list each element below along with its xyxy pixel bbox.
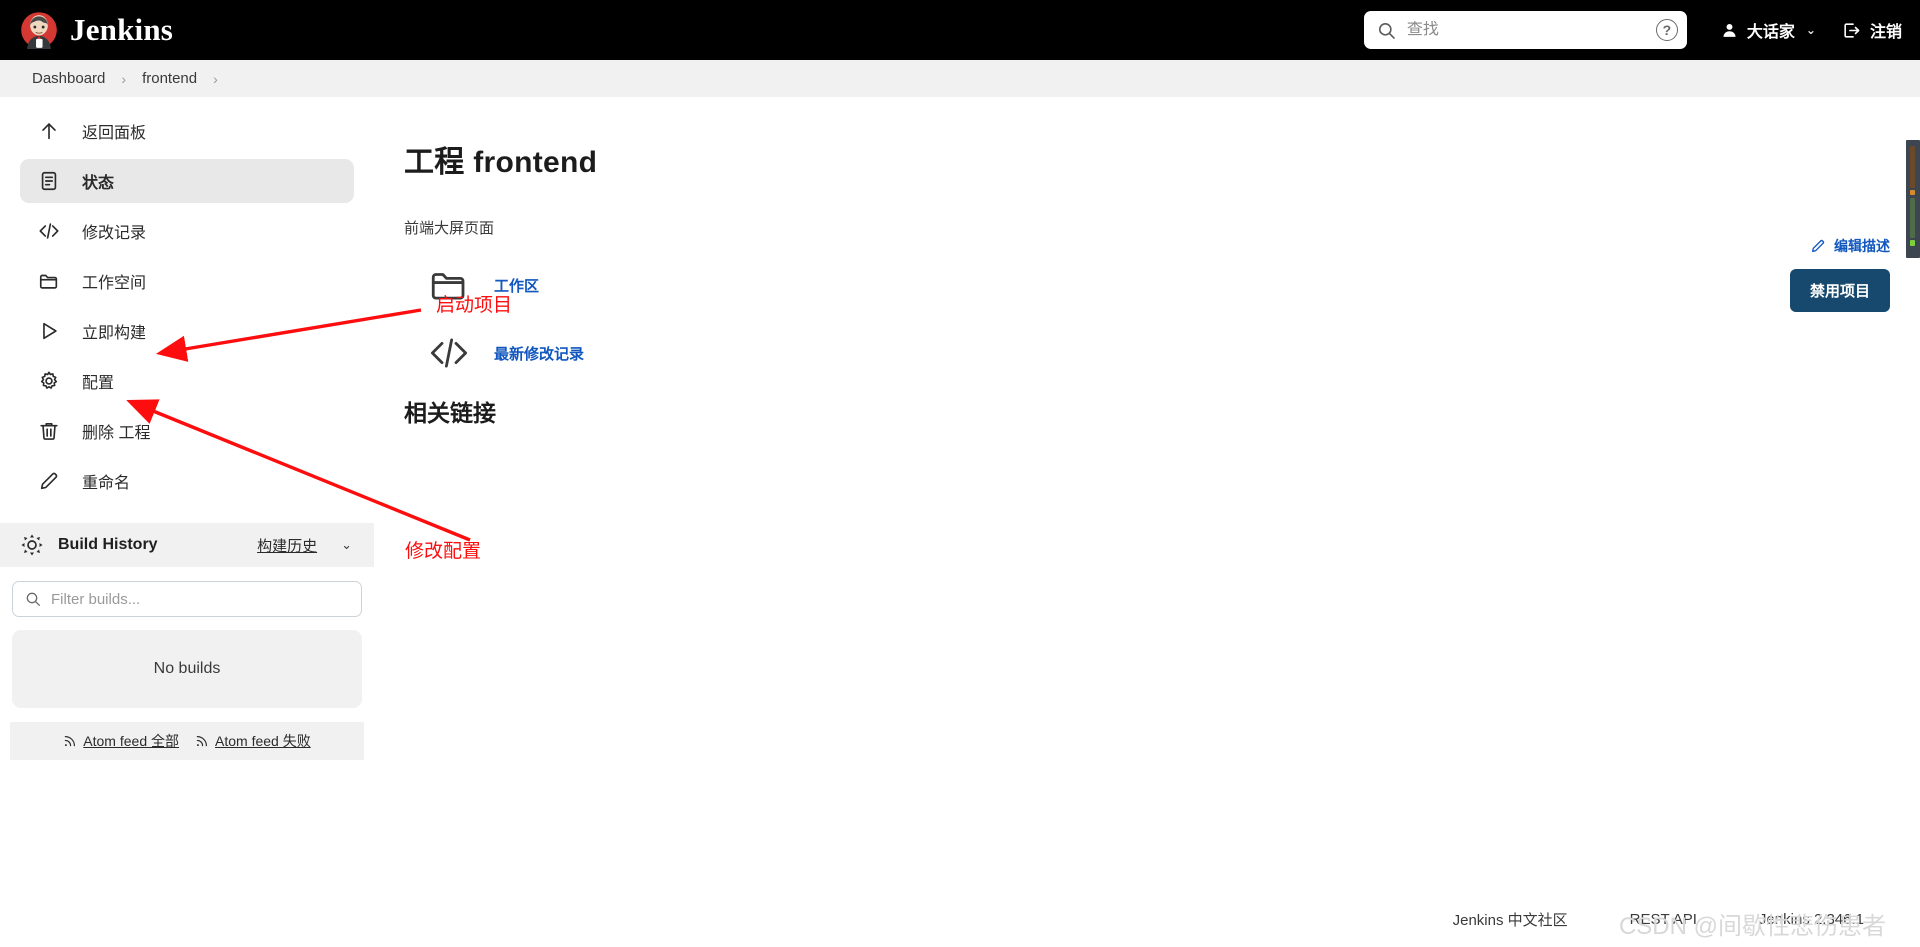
page-actions: 编辑描述 禁用项目 <box>1789 236 1890 312</box>
build-history-sun-icon <box>21 534 43 556</box>
annotation-modify-config: 修改配置 <box>405 541 482 562</box>
header-user-area: 大话家 ⌄ 注销 <box>1721 18 1902 42</box>
search-help-icon[interactable]: ? <box>1655 19 1678 41</box>
build-history-link[interactable]: 构建历史 <box>257 535 317 556</box>
sidebar-item-status[interactable]: 状态 <box>20 159 354 203</box>
user-name-label: 大话家 <box>1746 24 1795 41</box>
search-icon <box>26 592 40 606</box>
logout-label: 注销 <box>1869 24 1902 41</box>
brand-title: Jenkins <box>70 12 174 47</box>
footer-version-label: Jenkins 2.346.1 <box>1758 910 1864 928</box>
logout-icon <box>1844 22 1860 38</box>
code-brackets-icon <box>430 338 468 368</box>
user-menu-button[interactable]: 大话家 ⌄ <box>1721 18 1816 42</box>
sidebar-item-label: 工作空间 <box>82 275 147 292</box>
sidebar-item-label: 立即构建 <box>82 325 147 342</box>
sidebar-item-label: 重命名 <box>82 475 131 492</box>
sidebar-item-label: 返回面板 <box>82 125 147 142</box>
no-builds-message: No builds <box>12 630 362 708</box>
sidebar-item-label: 修改记录 <box>82 225 147 242</box>
workspace-link-row[interactable]: 工作区 <box>404 264 1890 306</box>
top-header-bar: Jenkins ? 大话家 ⌄ 注销 <box>0 0 1920 60</box>
minimap-segment <box>1910 198 1915 238</box>
sidebar-item-changes[interactable]: 修改记录 <box>20 209 354 253</box>
chevron-down-icon[interactable]: ⌄ <box>341 537 352 553</box>
breadcrumb-item-frontend[interactable]: frontend <box>126 70 213 87</box>
atom-feed-all-label: Atom feed 全部 <box>83 733 179 749</box>
atom-feed-bar: Atom feed 全部 Atom feed 失败 <box>10 722 364 760</box>
breadcrumb-separator-icon-2[interactable]: › <box>213 71 218 87</box>
build-history-title: Build History <box>58 536 158 553</box>
rss-icon <box>65 736 76 747</box>
footer: Jenkins 中文社区 REST API Jenkins 2.346.1 <box>0 891 1920 947</box>
folder-icon <box>431 273 465 300</box>
trash-icon <box>40 423 58 440</box>
build-history-header: Build History 构建历史 ⌄ <box>0 523 374 567</box>
main-content: 工程 frontend 前端大屏页面 工作区 最新修改记录 相关链接 <box>404 97 1890 428</box>
recent-changes-link-row[interactable]: 最新修改记录 <box>404 332 1890 374</box>
logout-button[interactable]: 注销 <box>1842 18 1902 42</box>
gear-icon <box>40 371 58 389</box>
footer-link-community[interactable]: Jenkins 中文社区 <box>1453 909 1568 930</box>
build-history-body: No builds Atom feed 全部 Atom feed 失败 <box>0 567 374 760</box>
disable-project-button[interactable]: 禁用项目 <box>1789 269 1890 312</box>
footer-link-rest-api[interactable]: REST API <box>1630 911 1697 928</box>
chevron-down-icon: ⌄ <box>1805 23 1816 37</box>
minimap-scrollbar[interactable] <box>1906 140 1920 258</box>
pencil-icon <box>40 472 58 490</box>
arrow-up-icon <box>42 123 56 140</box>
play-triangle-icon <box>43 322 57 340</box>
sidebar-item-back-to-dashboard[interactable]: 返回面板 <box>20 109 354 153</box>
sidebar-nav-list: 返回面板 状态 修改记录 工作空间 立即构建 配置 删除 工程 重命名 <box>0 97 374 523</box>
rss-icon <box>196 736 207 747</box>
minimap-segment <box>1910 146 1915 188</box>
sidebar-item-label: 配置 <box>82 375 115 392</box>
atom-feed-failed-label: Atom feed 失败 <box>215 733 311 749</box>
minimap-segment <box>1910 190 1915 195</box>
minimap-segment <box>1910 240 1915 246</box>
related-links-heading: 相关链接 <box>404 400 496 426</box>
filter-builds-box[interactable] <box>12 581 362 617</box>
sidebar-item-label: 状态 <box>82 175 115 192</box>
person-icon <box>1723 23 1736 37</box>
sidebar-item-build-now[interactable]: 立即构建 <box>20 309 354 353</box>
sidebar-item-label: 删除 工程 <box>82 425 151 442</box>
breadcrumb-item-dashboard[interactable]: Dashboard <box>16 70 121 87</box>
document-status-icon <box>41 171 57 191</box>
edit-description-label: 编辑描述 <box>1834 238 1890 254</box>
sidebar-item-configure[interactable]: 配置 <box>20 359 354 403</box>
jenkins-butler-logo-icon <box>21 12 57 49</box>
search-icon <box>1378 22 1395 39</box>
atom-feed-all-link[interactable]: Atom feed 全部 <box>63 731 179 751</box>
atom-feed-failed-link[interactable]: Atom feed 失败 <box>195 731 311 751</box>
project-description: 前端大屏页面 <box>404 220 495 237</box>
sidebar-item-rename[interactable]: 重命名 <box>20 459 354 503</box>
global-search-box[interactable]: ? <box>1363 11 1687 49</box>
code-brackets-icon <box>39 223 59 239</box>
search-input[interactable] <box>1406 21 1677 39</box>
folder-icon <box>39 274 58 289</box>
workspace-link[interactable]: 工作区 <box>494 275 539 296</box>
sidebar: 返回面板 状态 修改记录 工作空间 立即构建 配置 删除 工程 重命名 Buil… <box>0 97 374 760</box>
sidebar-item-workspace[interactable]: 工作空间 <box>20 259 354 303</box>
sidebar-item-delete-project[interactable]: 删除 工程 <box>20 409 354 453</box>
jenkins-brand-home-link[interactable]: Jenkins <box>20 11 173 49</box>
recent-changes-link[interactable]: 最新修改记录 <box>494 343 584 364</box>
filter-builds-input[interactable] <box>51 590 349 608</box>
breadcrumb: Dashboard › frontend › <box>0 60 1920 97</box>
page-title: 工程 frontend <box>404 146 598 179</box>
edit-description-button[interactable]: 编辑描述 <box>1810 236 1890 256</box>
pencil-icon <box>1812 239 1825 252</box>
